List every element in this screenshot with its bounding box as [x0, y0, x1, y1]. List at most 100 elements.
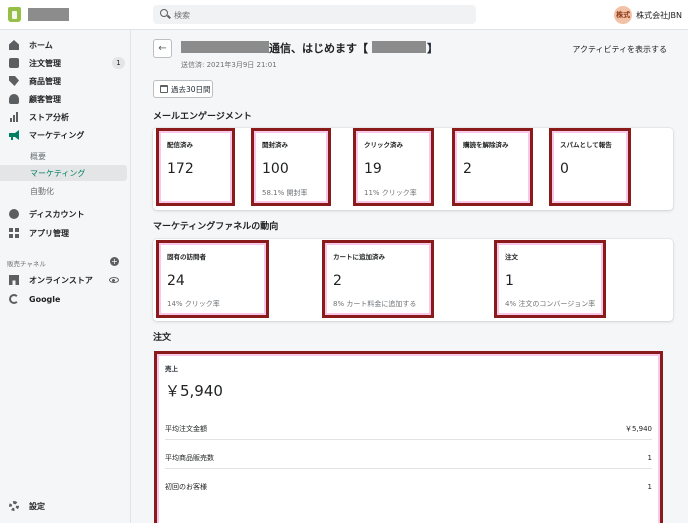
sidebar-item-label: Google — [29, 294, 61, 304]
metric-value: 19 — [364, 161, 382, 177]
sent-timestamp: 送信済: 2021年3月9日 21:01 — [181, 61, 277, 69]
sales-label: 売上 — [165, 365, 178, 373]
back-button[interactable]: ← — [153, 39, 172, 58]
row-label: 初回のお客様 — [165, 483, 207, 491]
top-bar: 検索 株式 株式会社JBN — [0, 0, 688, 30]
metric-label: 注文 — [505, 253, 518, 261]
sidebar-item-settings[interactable]: 設定 — [0, 497, 131, 515]
sidebar-item-label: 注文管理 — [29, 58, 61, 68]
view-activity-link[interactable]: アクティビティを表示する — [572, 44, 667, 55]
metric-added-to-cart: カートに追加済み 2 8% カート料金に追加する — [322, 240, 434, 318]
sidebar-item-label: ディスカウント — [29, 209, 85, 219]
sidebar-item-label: マーケティング — [29, 130, 85, 140]
sidebar-item-marketing[interactable]: マーケティング — [0, 126, 131, 144]
metric-opened: 開封済み 100 58.1% 開封率 — [251, 128, 331, 206]
row-label: 平均商品販売数 — [165, 453, 214, 462]
tag-icon — [9, 76, 19, 86]
metric-sub: 14% クリック率 — [167, 300, 220, 308]
sidebar-item-label: ストア分析 — [29, 112, 69, 122]
metric-label: カートに追加済み — [333, 253, 385, 261]
orders-title: 注文 — [153, 333, 172, 343]
gear-icon — [9, 501, 19, 511]
search-icon — [160, 9, 168, 17]
metric-sub: 11% クリック率 — [364, 189, 417, 197]
funnel-title: マーケティングファネルの動向 — [153, 222, 279, 232]
orders-count-badge: 1 — [112, 57, 125, 69]
row-value: 1 — [647, 483, 652, 491]
title-redacted-prefix — [181, 41, 269, 53]
metric-sub: 8% カート料金に追加する — [333, 300, 417, 308]
sidebar-item-label: オンラインストア — [29, 275, 93, 285]
date-range-label: 過去30日間 — [171, 84, 211, 94]
metric-clicked: クリック済み 19 11% クリック率 — [353, 128, 434, 206]
metric-spam-reports: スパムとして報告 0 — [549, 128, 631, 206]
row-value: 1 — [647, 453, 652, 462]
metric-delivered: 配信済み 172 — [156, 128, 235, 206]
metric-value: 0 — [560, 161, 569, 177]
metric-sub: 4% 注文のコンバージョン率 — [505, 300, 596, 308]
metric-label: 開封済み — [262, 141, 288, 149]
page-title-end: 】 — [427, 42, 438, 55]
search-input[interactable]: 検索 — [153, 5, 476, 24]
sidebar-subitem-automation[interactable]: 自動化 — [0, 183, 127, 199]
store-name-redacted — [28, 8, 69, 21]
sidebar-item-orders[interactable]: 注文管理 1 — [0, 54, 131, 72]
google-icon — [9, 294, 19, 304]
sidebar-item-google[interactable]: Google — [0, 290, 131, 308]
page-title: 通信、はじめます【 — [269, 42, 368, 55]
discount-icon — [9, 209, 19, 219]
sidebar-item-label: ホーム — [29, 40, 53, 50]
store-icon — [9, 275, 19, 285]
sales-card: 売上 ￥5,940 平均注文金額 ￥5,940 平均商品販売数 1 初回のお客様… — [154, 351, 663, 523]
metric-label: クリック済み — [364, 141, 403, 149]
metric-label: スパムとして報告 — [560, 141, 612, 149]
metric-value: 2 — [463, 161, 472, 177]
home-icon — [9, 40, 19, 50]
sales-row-avg-order: 平均注文金額 ￥5,940 — [165, 418, 652, 440]
sidebar-item-label: アプリ管理 — [29, 228, 69, 238]
sales-row-first-customers: 初回のお客様 1 — [165, 476, 652, 498]
metric-sub: 58.1% 開封率 — [262, 189, 308, 197]
arrow-left-icon: ← — [158, 43, 167, 54]
megaphone-icon — [9, 130, 19, 140]
sidebar-item-label: 商品管理 — [29, 76, 61, 86]
metric-label: 固有の訪問者 — [167, 253, 206, 261]
account-menu[interactable]: 株式 株式会社JBN — [614, 6, 682, 24]
metric-unsubscribed: 購読を解除済み 2 — [452, 128, 533, 206]
sidebar-item-products[interactable]: 商品管理 — [0, 72, 131, 90]
title-redacted-suffix — [372, 41, 426, 53]
sidebar-item-apps[interactable]: アプリ管理 — [0, 224, 131, 242]
sidebar-subitem-marketing[interactable]: マーケティング — [0, 165, 127, 181]
row-label: 平均注文金額 — [165, 424, 207, 433]
shopify-logo-icon[interactable] — [8, 7, 21, 22]
date-range-button[interactable]: 過去30日間 — [153, 80, 213, 98]
sidebar-item-analytics[interactable]: ストア分析 — [0, 108, 131, 126]
sidebar-item-label: 設定 — [29, 501, 45, 511]
chart-icon — [9, 112, 19, 122]
apps-icon — [9, 228, 19, 238]
sidebar-subitem-overview[interactable]: 概要 — [0, 148, 127, 164]
sales-row-avg-items: 平均商品販売数 1 — [165, 447, 652, 469]
person-icon — [9, 94, 19, 104]
metric-value: 172 — [167, 161, 194, 177]
metric-orders: 注文 1 4% 注文のコンバージョン率 — [494, 240, 606, 318]
email-engagement-title: メールエンゲージメント — [153, 112, 252, 122]
metric-value: 2 — [333, 273, 342, 289]
sales-channels-heading: 販売チャネル — [7, 260, 46, 268]
metric-label: 配信済み — [167, 141, 193, 149]
sidebar-item-customers[interactable]: 顧客管理 — [0, 90, 131, 108]
eye-icon[interactable] — [109, 277, 119, 283]
calendar-icon — [160, 85, 168, 93]
sidebar-item-label: 顧客管理 — [29, 94, 61, 104]
search-placeholder: 検索 — [174, 11, 190, 20]
metric-unique-visitors: 固有の訪問者 24 14% クリック率 — [156, 240, 269, 318]
add-channel-plus-icon[interactable]: + — [110, 257, 119, 266]
metric-value: 1 — [505, 273, 514, 289]
sidebar-item-home[interactable]: ホーム — [0, 36, 131, 54]
sidebar-item-discounts[interactable]: ディスカウント — [0, 205, 131, 223]
account-name: 株式会社JBN — [636, 10, 682, 20]
main-content: ← 通信、はじめます【 】 送信済: 2021年3月9日 21:01 アクティビ… — [131, 30, 688, 523]
metric-value: 100 — [262, 161, 289, 177]
sidebar: ホーム 注文管理 1 商品管理 顧客管理 ストア分析 マーケティング 概要 マー… — [0, 30, 131, 523]
row-value: ￥5,940 — [624, 424, 652, 433]
